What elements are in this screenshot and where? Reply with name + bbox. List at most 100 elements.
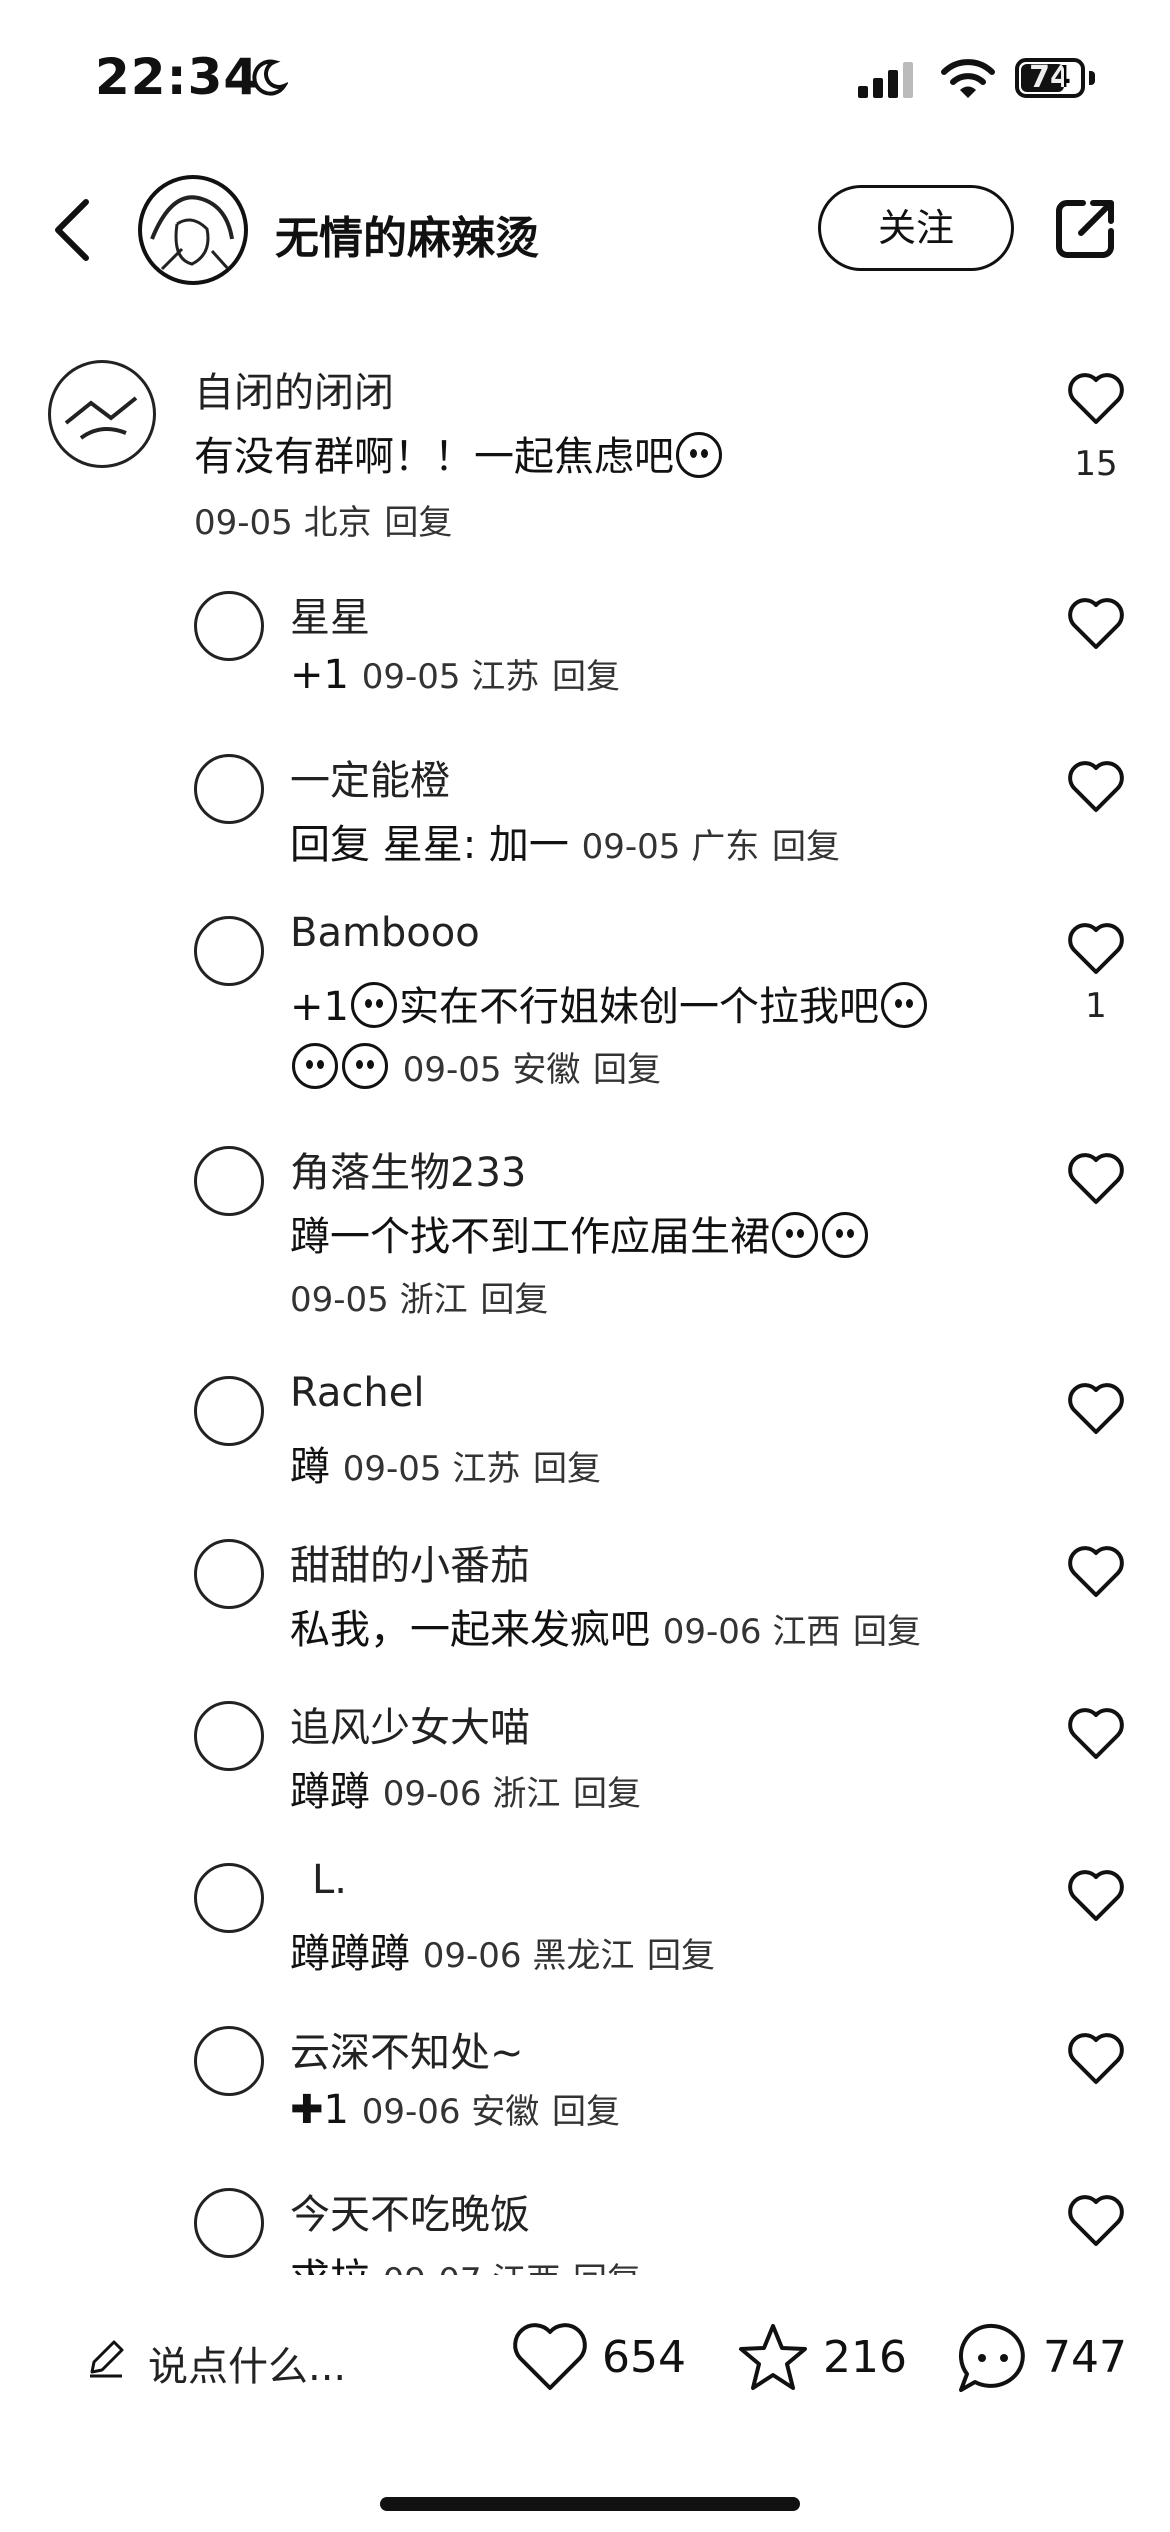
reply-item: Rachel 蹲 09-05 江苏 回复	[0, 1370, 1170, 1510]
commenter-name[interactable]: 追风少女大喵	[290, 1695, 530, 1753]
moon-icon	[252, 59, 288, 96]
commenter-avatar[interactable]	[194, 916, 264, 986]
input-placeholder: 说点什么...	[148, 2344, 347, 2390]
commenter-avatar[interactable]	[194, 2188, 264, 2258]
commenter-avatar[interactable]	[48, 360, 156, 468]
signal-icon	[858, 62, 913, 98]
commenter-name[interactable]: 角落生物233	[290, 1140, 526, 1198]
commenter-avatar[interactable]	[194, 1146, 264, 1216]
heart-icon[interactable]	[1066, 370, 1126, 426]
like-count: 1	[1085, 986, 1107, 1026]
home-indicator[interactable]	[380, 2497, 800, 2511]
commenter-name[interactable]: Bambooo	[290, 910, 480, 956]
header: 无情的麻辣烫 关注	[0, 170, 1170, 290]
commenter-name[interactable]: 星星	[290, 585, 370, 643]
emoji-icon	[350, 982, 397, 1028]
comment-text: +1 实在不行姐妹创一个拉我吧	[290, 974, 929, 1032]
author-avatar[interactable]	[138, 175, 248, 285]
status-bar: 22:34 74	[0, 0, 1170, 150]
heart-icon[interactable]	[1066, 2192, 1126, 2248]
comment-date-location: 09-05 浙江	[290, 1280, 468, 1320]
heart-icon[interactable]	[1066, 2030, 1126, 2086]
reply-button[interactable]: 回复	[853, 1612, 921, 1652]
author-name[interactable]: 无情的麻辣烫	[275, 202, 539, 266]
comment-meta-line: 09-05 浙江 回复	[290, 1272, 548, 1321]
status-time: 22:34	[95, 48, 260, 106]
commenter-avatar[interactable]	[194, 1701, 264, 1771]
comment-text: 私我，一起来发疯吧 09-06 江西 回复	[290, 1607, 922, 1653]
heart-icon[interactable]	[1066, 1543, 1126, 1599]
emoji-icon	[880, 982, 927, 1028]
like-count: 15	[1074, 444, 1118, 484]
commenter-avatar[interactable]	[194, 1376, 264, 1446]
like-total: 654	[602, 2332, 686, 2383]
comment-text: +1 09-05 江苏 回复	[290, 652, 621, 698]
comment-date-location: 09-05 北京	[194, 503, 372, 543]
heart-icon[interactable]	[1066, 758, 1126, 814]
pencil-icon	[90, 2340, 124, 2378]
comment-date-location: 09-05 广东	[581, 827, 760, 867]
reply-item: 追风少女大喵 蹲蹲 09-06 浙江 回复	[0, 1695, 1170, 1835]
reply-button[interactable]: 回复	[647, 1936, 715, 1976]
comment-date-location: 09-06 浙江	[382, 1774, 561, 1814]
comment-date-location: 09-05 江苏	[342, 1449, 521, 1489]
reply-item: 星星 +1 09-05 江苏 回复	[0, 585, 1170, 725]
commenter-avatar[interactable]	[194, 754, 264, 824]
comment-date-location: 09-05 安徽	[402, 1050, 581, 1090]
back-icon[interactable]	[50, 198, 94, 262]
comment-total: 747	[1043, 2332, 1127, 2383]
share-icon[interactable]	[1053, 195, 1119, 261]
follow-button[interactable]: 关注	[818, 185, 1014, 271]
battery-icon: 74	[1015, 58, 1097, 100]
reply-button[interactable]: 回复	[552, 2092, 620, 2132]
comment-button[interactable]: 747	[955, 2320, 1145, 2396]
reply-button[interactable]: 回复	[593, 1050, 661, 1090]
commenter-name[interactable]: 一定能橙	[290, 748, 450, 806]
star-icon	[739, 2324, 807, 2390]
reply-button[interactable]: 回复	[573, 1774, 641, 1814]
reply-button[interactable]: 回复	[772, 827, 840, 867]
emoji-icon	[676, 432, 722, 478]
reply-item: Bambooo +1 实在不行姐妹创一个拉我吧 09-05 安徽 回复 1	[0, 910, 1170, 1120]
heart-icon[interactable]	[1066, 920, 1126, 976]
comment-date-location: 09-06 黑龙江	[422, 1936, 635, 1976]
battery-level: 74	[1029, 60, 1071, 95]
commenter-avatar[interactable]	[194, 1863, 264, 1933]
heart-icon	[513, 2323, 587, 2390]
heart-icon[interactable]	[1066, 1150, 1126, 1206]
reply-item: L. 蹲蹲蹲 09-06 黑龙江 回复	[0, 1857, 1170, 1997]
heart-icon[interactable]	[1066, 1380, 1126, 1436]
comment-text: 有没有群啊！！一起焦虑吧	[194, 424, 724, 482]
commenter-name[interactable]: L.	[312, 1857, 347, 1903]
comment-input[interactable]: 说点什么...	[80, 2320, 440, 2396]
comment-text: 蹲蹲蹲 09-06 黑龙江 回复	[290, 1931, 716, 1977]
commenter-name[interactable]: Rachel	[290, 1370, 425, 1416]
favorite-total: 216	[823, 2332, 907, 2383]
reply-button[interactable]: 回复	[384, 503, 452, 543]
emoji-icon	[342, 1043, 388, 1089]
heart-icon[interactable]	[1066, 595, 1126, 651]
commenter-avatar[interactable]	[194, 1539, 264, 1609]
reply-button[interactable]: 回复	[552, 657, 620, 697]
comment-date-location: 09-07 江西	[383, 2261, 561, 2275]
commenter-name[interactable]: 云深不知处~	[290, 2020, 524, 2078]
comment-meta-line: 09-05 安徽 回复	[290, 1042, 661, 1091]
comment-item: 自闭的闭闭 有没有群啊！！一起焦虑吧 09-05 北京 回复 15	[0, 360, 1170, 560]
heart-icon[interactable]	[1066, 1867, 1126, 1923]
commenter-name[interactable]: 自闭的闭闭	[194, 360, 394, 418]
reply-button[interactable]: 回复	[533, 1449, 601, 1489]
comment-text: 回复 星星: 加一 09-05 广东 回复	[290, 822, 840, 868]
heart-icon[interactable]	[1066, 1705, 1126, 1761]
commenter-name[interactable]: 今天不吃晚饭	[290, 2182, 530, 2240]
commenter-avatar[interactable]	[194, 591, 264, 661]
like-button[interactable]: 654	[512, 2320, 692, 2396]
favorite-button[interactable]: 216	[735, 2320, 907, 2396]
reply-button[interactable]: 回复	[480, 1280, 548, 1320]
comment-text: 蹲蹲 09-06 浙江 回复	[290, 1769, 642, 1815]
emoji-icon	[292, 1043, 338, 1089]
emoji-icon	[822, 1212, 868, 1258]
comment-date-location: 09-06 江西	[662, 1612, 841, 1652]
commenter-avatar[interactable]	[194, 2026, 264, 2096]
reply-button[interactable]: 回复	[573, 2261, 641, 2275]
commenter-name[interactable]: 甜甜的小番茄	[290, 1533, 530, 1591]
